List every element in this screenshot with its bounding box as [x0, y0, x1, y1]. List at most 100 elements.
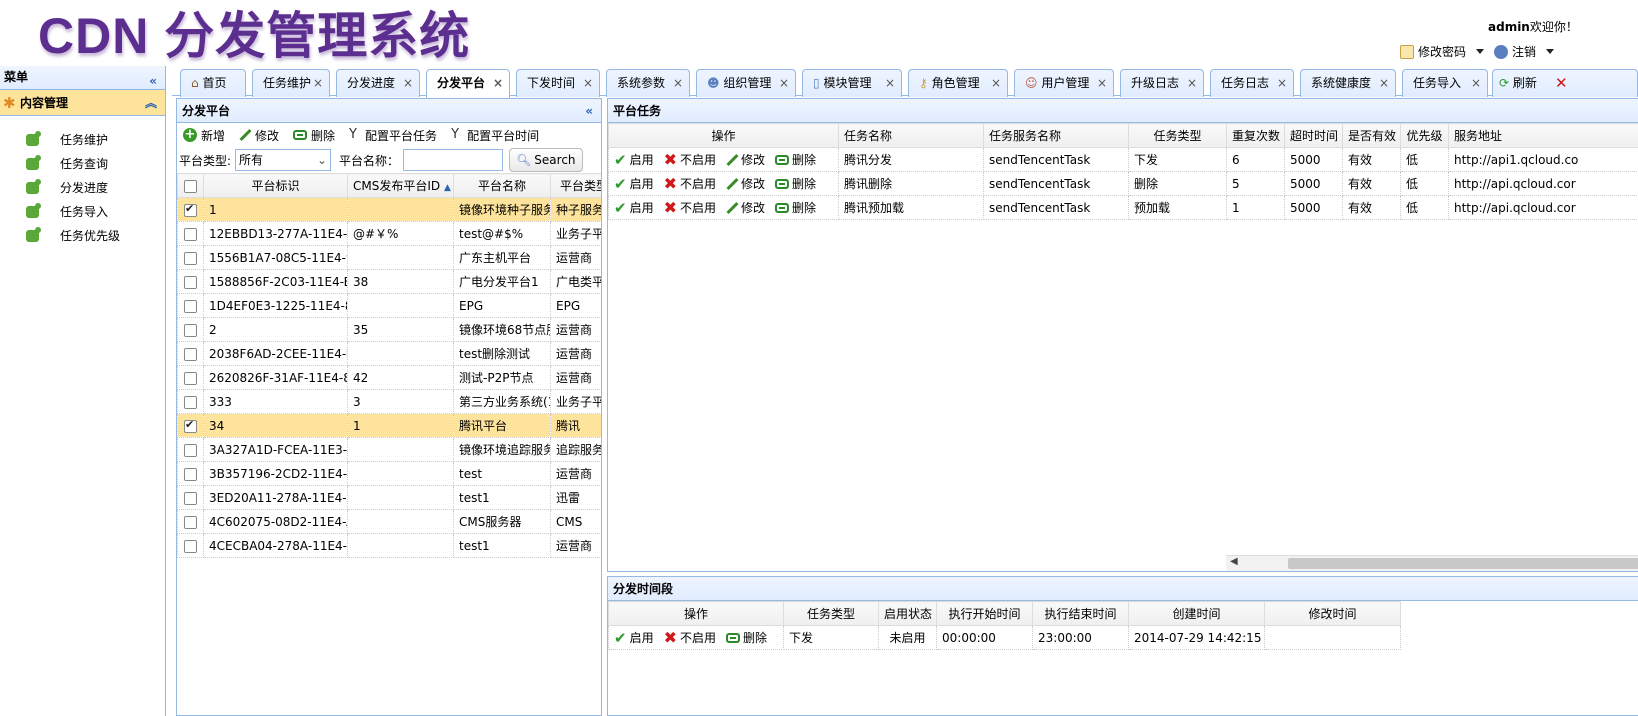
table-row[interactable]: ✔ 启用 ✖ 不启用 删除 下发 未启用 00:00:00 23:00:00 2014-07-29… — [608, 625, 1401, 650]
config-task-button[interactable]: Y 配置平台任务 — [349, 127, 437, 144]
close-icon[interactable]: × — [1379, 70, 1389, 96]
col-op[interactable]: 操作 — [608, 123, 839, 148]
tab-sys-health[interactable]: 系统健康度 × — [1300, 69, 1396, 97]
table-row[interactable]: 4CECBA04-278A-11E4-98 test1 运营商 — [177, 533, 601, 558]
collapse-left-icon[interactable]: « — [585, 99, 593, 123]
col-valid[interactable]: 是否有效 — [1342, 123, 1401, 148]
add-button[interactable]: + 新增 — [183, 127, 225, 144]
table-row[interactable]: ✔ 启用 ✖ 不启用 修改 删除 腾讯预加载 sendTencentTask 预加载 1 5000 有… — [608, 195, 1638, 220]
row-checkbox-cell[interactable] — [177, 365, 204, 390]
row-checkbox[interactable] — [184, 371, 197, 385]
row-checkbox[interactable] — [184, 443, 197, 457]
tab-deliver-time[interactable]: 下发时间 × — [516, 69, 600, 97]
close-icon[interactable]: × — [779, 70, 789, 96]
row-checkbox-cell[interactable] — [177, 437, 204, 462]
tab-dist-platform[interactable]: 分发平台 × — [426, 69, 510, 98]
enable-button[interactable]: ✔ 启用 — [614, 175, 654, 192]
table-row[interactable]: 2 35 镜像环境68节点服 运营商 — [177, 317, 601, 342]
scroll-left-icon[interactable]: ◀ — [1230, 556, 1238, 567]
tab-task-import[interactable]: 任务导入 × — [1402, 69, 1488, 97]
table-row[interactable]: 2620826F-31AF-11E4-8BA42测试-P2P节点运营商 — [177, 365, 601, 390]
row-checkbox-cell[interactable] — [177, 509, 204, 534]
table-row[interactable]: 4C602075-08D2-11E4-AC CMS服务器 CMS — [177, 509, 601, 534]
row-checkbox[interactable] — [184, 347, 197, 361]
table-row[interactable]: 3B357196-2CD2-11E4-A5 test 运营商 — [177, 461, 601, 486]
col-created[interactable]: 创建时间 — [1128, 601, 1265, 626]
table-row[interactable]: 3ED20A11-278A-11E4-98 test1 迅雷 — [177, 485, 601, 510]
row-checkbox-cell[interactable] — [177, 197, 204, 222]
table-row[interactable]: 2038F6AD-2CEE-11E4-B7 test删除测试 运营商 — [177, 341, 601, 366]
edit-button[interactable]: 修改 — [726, 175, 765, 192]
row-checkbox-cell[interactable] — [177, 413, 204, 438]
change-password-menu[interactable]: 修改密码 — [1400, 43, 1485, 60]
table-row[interactable]: 1588856F-2C03-11E4-B3E38广电分发平台1广电类平 — [177, 269, 601, 294]
enable-button[interactable]: ✔ 启用 — [614, 151, 654, 168]
tab-task-maintain[interactable]: 任务维护 × — [252, 69, 330, 97]
row-checkbox-cell[interactable] — [177, 269, 204, 294]
col-task-type[interactable]: 任务类型 — [1128, 123, 1227, 148]
row-checkbox-cell[interactable] — [177, 485, 204, 510]
tab-home[interactable]: ⌂ 首页 — [180, 69, 246, 97]
logout-menu[interactable]: 注销 — [1494, 43, 1555, 60]
collapse-left-icon[interactable]: « — [149, 70, 157, 92]
close-all-icon[interactable]: ✕ — [1555, 70, 1568, 96]
row-checkbox-cell[interactable] — [177, 293, 204, 318]
row-checkbox[interactable] — [184, 202, 197, 217]
row-checkbox[interactable] — [184, 395, 197, 409]
table-row[interactable]: 1 镜像环境种子服务种子服务 — [177, 197, 601, 222]
col-repeat[interactable]: 重复次数 — [1226, 123, 1285, 148]
table-row[interactable]: ✔ 启用 ✖ 不启用 修改 删除 腾讯删除 sendTencentTask 删除 5 5000 有效低… — [608, 171, 1638, 196]
refresh-button[interactable]: ⟳ 刷新 ✕ — [1492, 69, 1638, 97]
col-end-time[interactable]: 执行结束时间 — [1032, 601, 1129, 626]
table-row[interactable]: 1D4EF0E3-1225-11E4-822 EPGEPG — [177, 293, 601, 318]
col-platform-id[interactable]: 平台标识 — [203, 173, 348, 198]
tab-module-manage[interactable]: ▯ 模块管理 × — [802, 69, 902, 97]
close-icon[interactable]: × — [885, 70, 895, 96]
close-icon[interactable]: × — [673, 70, 683, 96]
table-row[interactable]: 3A327A1D-FCEA-11E3-B5 镜像环境追踪服务 追踪服务 — [177, 437, 601, 462]
table-row[interactable]: 333 3 第三方业务系统(1 业务子平 — [177, 389, 601, 414]
close-icon[interactable]: × — [403, 70, 413, 96]
search-button[interactable]: 🔍︎ Search — [509, 148, 583, 172]
table-row[interactable]: 1556B1A7-08C5-11E4-9C 广东主机平台 运营商 — [177, 245, 601, 270]
close-icon[interactable]: × — [991, 70, 1001, 96]
row-checkbox[interactable] — [184, 515, 197, 529]
sidebar-item-dist-progress[interactable]: 分发进度 — [0, 176, 165, 200]
col-task-name[interactable]: 任务名称 — [838, 123, 984, 148]
col-status[interactable]: 启用状态 — [878, 601, 937, 626]
type-select[interactable]: 所有 ⌄ — [235, 149, 332, 171]
edit-button[interactable]: 修改 — [726, 199, 765, 216]
row-checkbox-cell[interactable] — [177, 221, 204, 246]
close-icon[interactable]: × — [1471, 70, 1481, 96]
row-checkbox[interactable] — [184, 227, 197, 241]
row-checkbox-cell[interactable] — [177, 341, 204, 366]
row-checkbox[interactable] — [184, 251, 197, 265]
col-cms-id[interactable]: CMS发布平台ID ▲ — [347, 173, 454, 198]
col-url[interactable]: 服务地址 — [1448, 123, 1638, 148]
accordion-content-management[interactable]: ✱ 内容管理 ︽ — [0, 90, 165, 116]
row-checkbox[interactable] — [184, 418, 197, 433]
enable-button[interactable]: ✔ 启用 — [614, 199, 654, 216]
tab-upgrade-log[interactable]: 升级日志 × — [1120, 69, 1204, 97]
platform-name-input[interactable] — [403, 149, 504, 171]
col-platform-type[interactable]: 平台类型 — [550, 173, 601, 198]
select-all-checkbox[interactable] — [177, 173, 204, 198]
row-checkbox-cell[interactable] — [177, 389, 204, 414]
col-service-name[interactable]: 任务服务名称 — [983, 123, 1129, 148]
sidebar-item-task-import[interactable]: 任务导入 — [0, 200, 165, 224]
row-checkbox-cell[interactable] — [177, 245, 204, 270]
col-op[interactable]: 操作 — [608, 601, 784, 626]
col-timeout[interactable]: 超时时间 — [1284, 123, 1343, 148]
scrollbar-thumb[interactable] — [1288, 558, 1638, 569]
table-row[interactable]: 341腾讯平台腾讯 — [177, 413, 601, 438]
row-checkbox-cell[interactable] — [177, 317, 204, 342]
disable-button[interactable]: ✖ 不启用 — [664, 629, 716, 646]
table-row[interactable]: 12EBBD13-277A-11E4-98 @#￥% test@#$% 业务子平 — [177, 221, 601, 246]
delete-button[interactable]: 删除 — [775, 199, 816, 216]
close-icon[interactable]: × — [313, 70, 323, 96]
collapse-up-icon[interactable]: ︽ — [145, 90, 157, 116]
row-checkbox[interactable] — [184, 275, 197, 289]
checkbox[interactable] — [184, 179, 197, 193]
tab-role-manage[interactable]: ⚷ 角色管理 × — [908, 69, 1008, 97]
edit-button[interactable]: 修改 — [239, 127, 279, 144]
